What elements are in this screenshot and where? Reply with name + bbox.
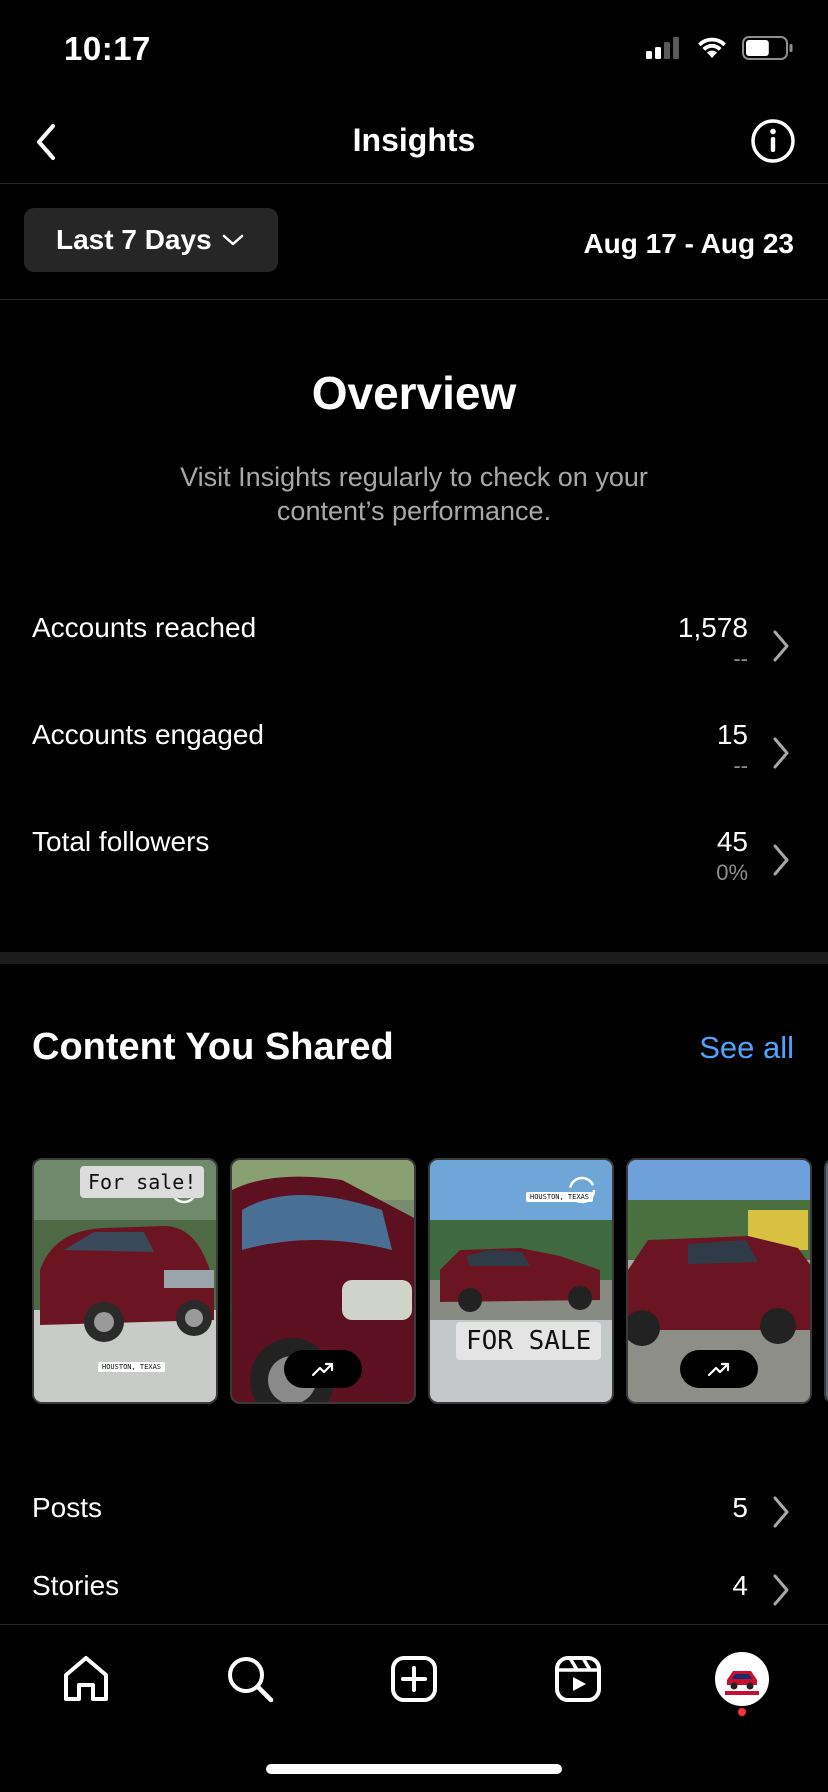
for-sale-sticker: For sale!	[80, 1166, 205, 1198]
tab-create[interactable]	[384, 1649, 444, 1709]
brand-logo	[717, 1654, 767, 1704]
date-range-text: Aug 17 - Aug 23	[583, 228, 794, 259]
nav-header: Insights	[0, 100, 828, 184]
metric-label: Accounts engaged	[32, 719, 264, 750]
for-sale-sticker: FOR SALE	[456, 1322, 602, 1360]
metric-row-total-followers[interactable]: Total followers 45 0%	[0, 816, 828, 916]
post-thumbnail[interactable]	[230, 1158, 416, 1404]
content-thumbnails-carousel[interactable]: For sale! HOUSTON, TEXAS HOUSTON, TEXAS …	[32, 1158, 828, 1404]
battery-icon	[742, 36, 793, 60]
status-icons	[646, 36, 794, 60]
location-sticker: HOUSTON, TEXAS	[98, 1362, 166, 1372]
notification-dot	[738, 1708, 746, 1716]
content-row-value: 4	[732, 1570, 748, 1601]
search-icon	[228, 1657, 274, 1703]
home-indicator	[266, 1764, 562, 1774]
chevron-right-icon	[773, 844, 789, 876]
overview-subtitle: Visit Insights regularly to check on you…	[180, 462, 648, 526]
content-row-label: Posts	[32, 1492, 103, 1523]
wifi-icon	[698, 37, 726, 58]
metric-change: 0%	[716, 860, 748, 885]
metric-row-accounts-engaged[interactable]: Accounts engaged 15 --	[0, 709, 828, 809]
date-range-label: Last 7 Days	[56, 224, 212, 255]
info-icon	[751, 119, 795, 163]
tab-home[interactable]	[56, 1649, 116, 1709]
metric-label: Accounts reached	[32, 612, 257, 643]
content-row-posts[interactable]: Posts 5	[0, 1482, 828, 1542]
content-row-label: Stories	[32, 1570, 120, 1601]
tab-profile[interactable]	[712, 1649, 772, 1709]
trending-up-icon	[707, 1362, 730, 1377]
page-title: Insights	[352, 122, 476, 158]
see-all-link[interactable]: See all	[699, 1030, 794, 1066]
boosted-post-badge	[284, 1350, 362, 1388]
metric-label: Total followers	[32, 826, 210, 857]
info-button[interactable]	[748, 116, 798, 166]
metric-change: --	[733, 753, 748, 778]
post-thumbnail[interactable]	[626, 1158, 812, 1404]
content-row-value: 5	[732, 1492, 748, 1523]
metric-value: 45	[716, 826, 748, 857]
metric-change: --	[733, 646, 748, 671]
chevron-right-icon	[773, 737, 789, 769]
chevron-right-icon	[773, 1574, 789, 1606]
status-time: 10:17	[64, 30, 151, 67]
content-row-stories[interactable]: Stories 4	[0, 1560, 828, 1620]
overview-title: Overview	[311, 367, 517, 419]
metric-value: 15	[716, 719, 748, 750]
metric-row-accounts-reached[interactable]: Accounts reached 1,578 --	[0, 602, 828, 702]
content-shared-title: Content You Shared	[32, 1026, 394, 1068]
story-thumbnail[interactable]: For sale! HOUSTON, TEXAS	[32, 1158, 218, 1404]
trending-up-icon	[311, 1362, 334, 1377]
status-bar: 10:17	[0, 0, 828, 100]
metric-value: 1,578	[677, 612, 748, 643]
tab-reels[interactable]	[548, 1649, 608, 1709]
date-range-dropdown[interactable]: Last 7 Days	[24, 208, 278, 272]
chevron-right-icon	[773, 1496, 789, 1528]
location-sticker: HOUSTON, TEXAS	[526, 1192, 594, 1202]
chevron-down-icon	[222, 234, 243, 246]
post-thumbnail[interactable]	[824, 1158, 828, 1404]
create-icon	[391, 1656, 437, 1702]
story-thumbnail[interactable]: HOUSTON, TEXAS FOR SALE	[428, 1158, 614, 1404]
home-icon	[64, 1656, 108, 1701]
cellular-signal-icon	[646, 37, 679, 59]
section-divider	[0, 952, 828, 964]
filter-row: Last 7 Days Aug 17 - Aug 23	[0, 184, 828, 300]
profile-avatar	[715, 1652, 769, 1706]
chevron-right-icon	[773, 630, 789, 662]
tab-search[interactable]	[220, 1649, 280, 1709]
reels-icon	[555, 1656, 601, 1702]
boosted-post-badge	[680, 1350, 758, 1388]
